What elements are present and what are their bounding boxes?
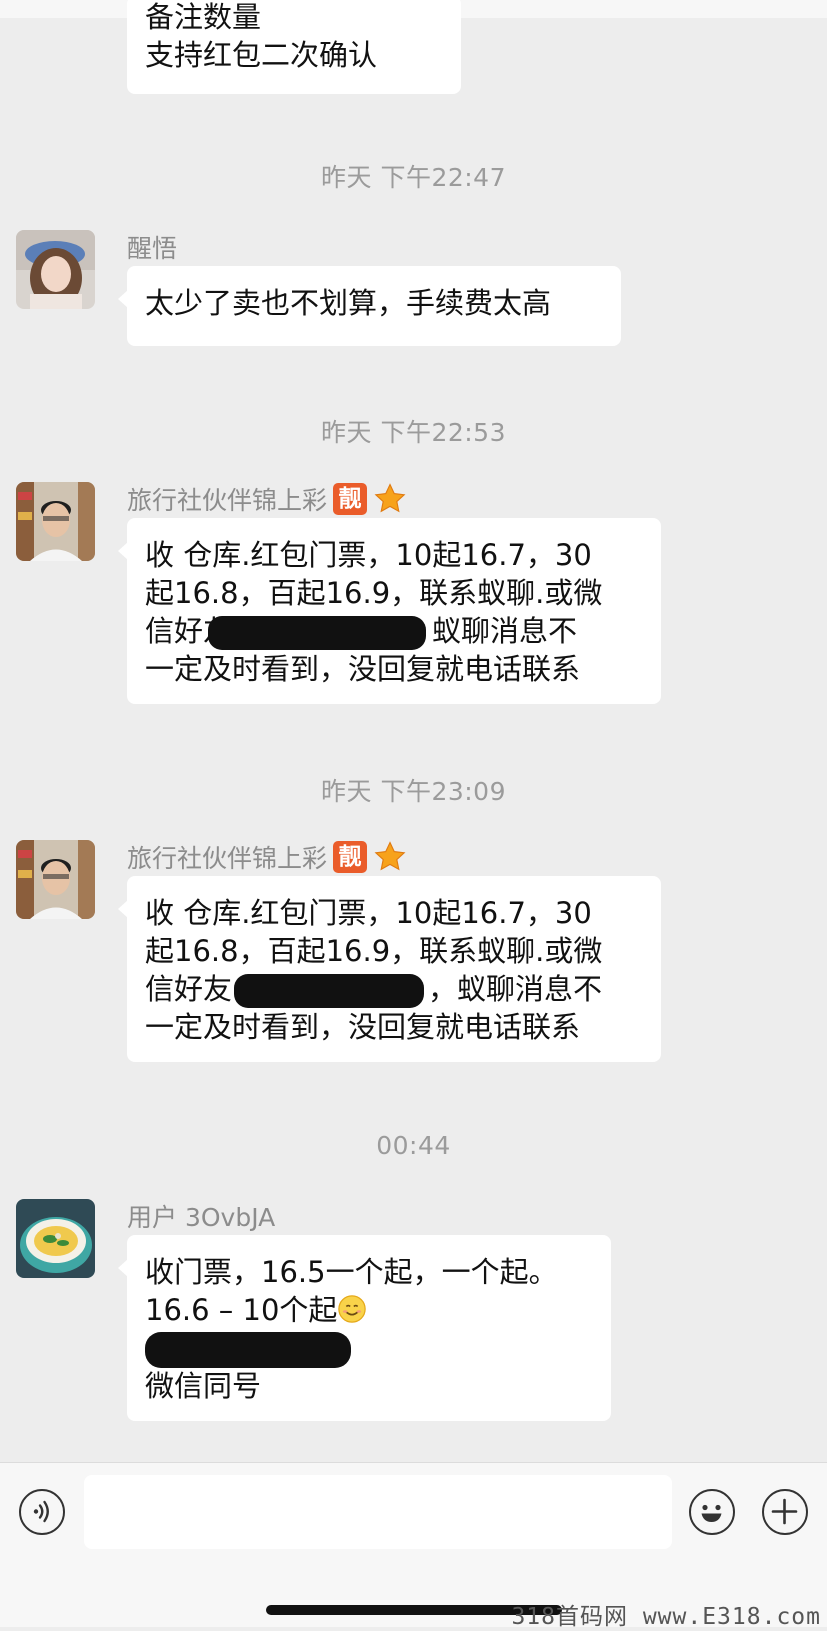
message-line: 一定及时看到，没回复就电话联系 [145,652,581,686]
message-timestamp: 昨天 下午22:53 [321,418,506,447]
message-bubble[interactable]: 收 仓库.红包门票，10起16.7，30 起16.8，百起16.9，联系蚁聊.或… [118,518,661,704]
message-line: 一定及时看到，没回复就电话联系 [145,1010,581,1044]
message-timestamp: 昨天 下午22:47 [321,163,506,192]
redaction-mark [208,616,427,650]
voice-button[interactable] [19,1489,65,1535]
star-icon [374,483,406,513]
message-line: 16.6 – 10个起 [145,1291,593,1329]
message-line-part: 信好友 [145,972,233,1006]
message-timestamp: 00:44 [376,1131,451,1160]
avatar[interactable] [16,1199,95,1278]
redaction-mark [234,974,425,1008]
message-bubble[interactable]: 收门票，16.5一个起，一个起。 16.6 – 10个起 微信同号 [118,1235,611,1421]
message-line [145,1329,593,1368]
emoji-icon [701,1504,722,1522]
vip-badge: 靓 [333,841,368,873]
sender-name-text: 用户 3OvbJA [127,1203,276,1232]
redaction-mark [145,1332,351,1368]
message-line: 收门票，16.5一个起，一个起。 [145,1255,558,1289]
message-timestamp: 昨天 下午23:09 [321,777,506,806]
sender-name: 醒悟 [127,229,177,265]
message-line: 信好友 ，蚁聊消息不 [145,970,643,1008]
voice-icon [33,1500,49,1523]
message-bubble[interactable]: 备注数量 支持红包二次确认 [127,0,461,94]
sender-name: 旅行社伙伴锦上彩 靓 [127,481,407,517]
message-bubble[interactable]: 太少了卖也不划算，手续费太高 [118,266,621,346]
message-line: 信好友 蚁聊消息不 [145,612,643,650]
message-line: 起16.8，百起16.9，联系蚁聊.或微 [145,576,603,610]
sender-name-text: 旅行社伙伴锦上彩 [127,486,328,515]
message-input[interactable] [84,1475,672,1549]
smile-icon [338,1295,367,1323]
add-button[interactable] [762,1489,808,1535]
vip-badge: 靓 [333,483,368,515]
emoji-button[interactable] [689,1489,735,1535]
message-bubble[interactable]: 收 仓库.红包门票，10起16.7，30 起16.8，百起16.9，联系蚁聊.或… [118,876,661,1062]
message-line: 收 仓库.红包门票，10起16.7，30 [145,538,592,572]
message-line-part: 蚁聊消息不 [432,614,578,648]
message-line: 支持红包二次确认 [145,38,378,72]
plus-icon [771,1498,798,1525]
sender-name: 旅行社伙伴锦上彩 靓 [127,839,407,875]
sender-name: 用户 3OvbJA [127,1198,275,1234]
avatar[interactable] [16,482,95,561]
avatar[interactable] [16,840,95,919]
sender-name-text: 醒悟 [127,234,178,263]
message-line-part: 16.6 – 10个起 [145,1293,338,1327]
message-line: 备注数量 [145,0,262,34]
star-icon [374,841,406,871]
message-line: 太少了卖也不划算，手续费太高 [145,286,552,320]
message-line-part: ，蚁聊消息不 [428,972,603,1006]
message-line: 起16.8，百起16.9，联系蚁聊.或微 [145,934,603,968]
message-line: 微信同号 [145,1369,262,1403]
avatar[interactable] [16,230,95,309]
sender-name-text: 旅行社伙伴锦上彩 [127,844,328,873]
message-line: 收 仓库.红包门票，10起16.7，30 [145,896,592,930]
